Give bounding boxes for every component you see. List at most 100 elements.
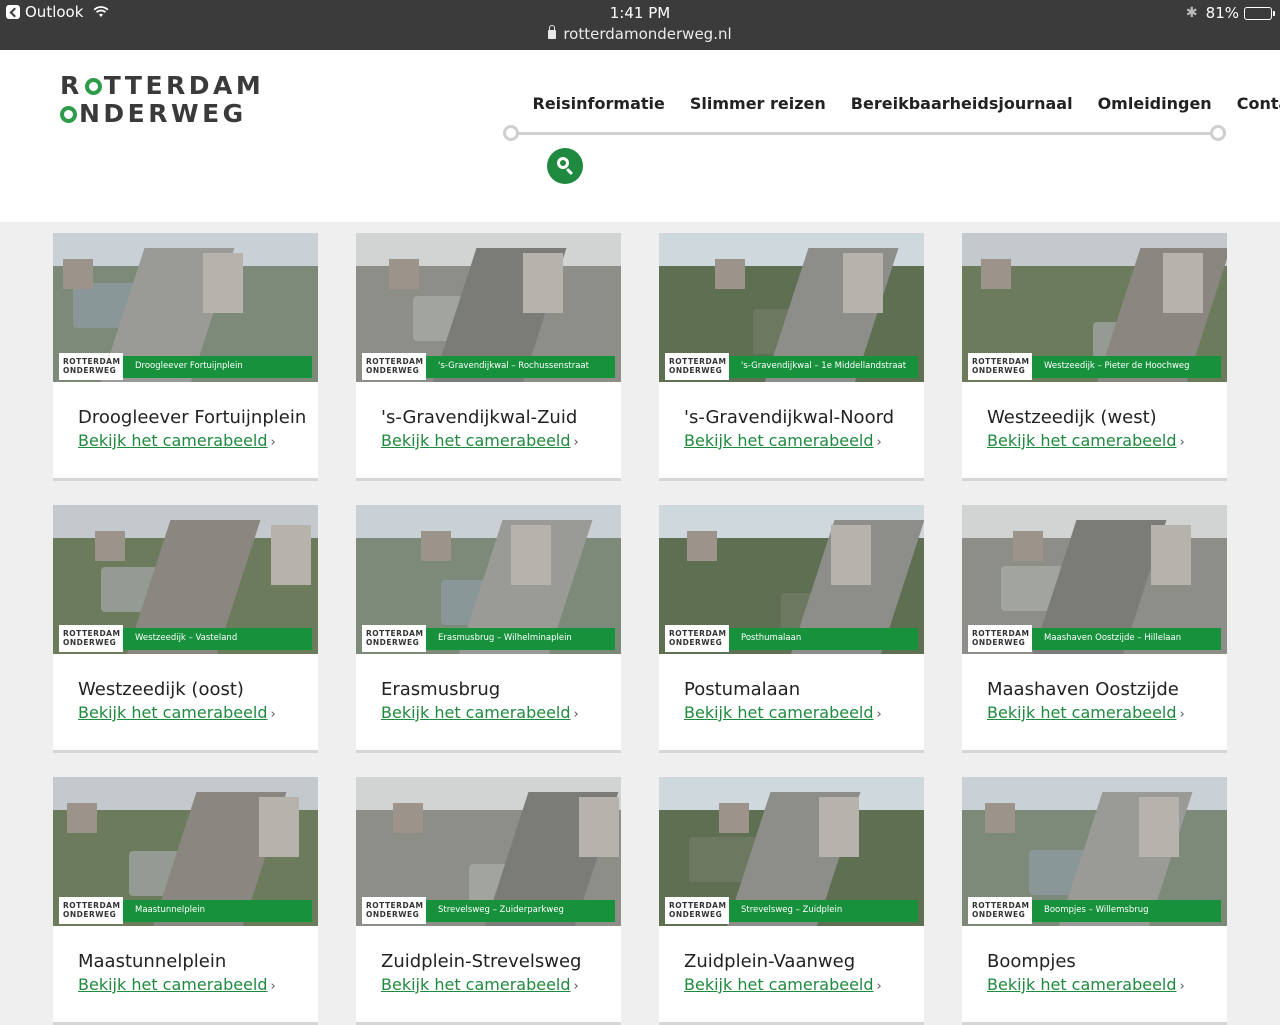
camera-link-text: Bekijk het camerabeeld: [987, 703, 1177, 722]
clock: 1:41 PM: [609, 4, 671, 22]
caption-logo-text-1: ROTTERDAM: [669, 357, 727, 366]
camera-caption: Maastunnelplein: [135, 905, 206, 915]
camera-title: Boompjes: [987, 951, 1076, 972]
caption-logo-text-2: ONDERWEG: [669, 366, 723, 375]
battery-percent: 81%: [1205, 4, 1239, 22]
camera-link-text: Bekijk het camerabeeld: [381, 431, 571, 450]
caption-logo-text-1: ROTTERDAM: [366, 357, 424, 366]
camera-link[interactable]: Bekijk het camerabeeld ›: [381, 431, 579, 450]
camera-image[interactable]: ROTTERDAM ONDERWEG Strevelsweg – Zuidplein: [659, 777, 924, 926]
camera-card[interactable]: ROTTERDAM ONDERWEG 's-Gravendijkwal – 1e M…: [659, 233, 924, 481]
camera-caption-bar: ROTTERDAM ONDERWEG Boompjes – Willemsbrug: [968, 897, 1221, 924]
camera-link-text: Bekijk het camerabeeld: [381, 703, 571, 722]
camera-card[interactable]: ROTTERDAM ONDERWEG Maastunnelplein Maastunn…: [53, 777, 318, 1025]
image-shape: [389, 259, 419, 289]
camera-link[interactable]: Bekijk het camerabeeld ›: [78, 431, 276, 450]
camera-image[interactable]: ROTTERDAM ONDERWEG Maashaven Oostzijde – H…: [962, 505, 1227, 654]
caption-logo-text-2: ONDERWEG: [972, 910, 1026, 919]
caption-logo-text-2: ONDERWEG: [366, 366, 420, 375]
image-shape: [1151, 525, 1191, 585]
lock-icon: [548, 25, 557, 39]
camera-link[interactable]: Bekijk het camerabeeld ›: [381, 703, 579, 722]
image-shape: [511, 525, 551, 585]
nav-bereikbaarheidsjournaal[interactable]: Bereikbaarheidsjournaal: [851, 94, 1073, 113]
camera-link[interactable]: Bekijk het camerabeeld ›: [987, 431, 1185, 450]
camera-link-text: Bekijk het camerabeeld: [987, 431, 1177, 450]
image-shape: [523, 253, 563, 313]
camera-image[interactable]: ROTTERDAM ONDERWEG Maastunnelplein: [53, 777, 318, 926]
camera-card[interactable]: ROTTERDAM ONDERWEG 's-Gravendijkwal – Roch…: [356, 233, 621, 481]
chevron-right-icon: ›: [573, 707, 579, 722]
logo-text-2: NDERWEG: [79, 99, 247, 128]
nav-contact[interactable]: Contact: [1237, 94, 1280, 113]
image-shape: [95, 531, 125, 561]
site-logo[interactable]: R TTERDAM NDERWEG: [60, 72, 264, 128]
nav-omleidingen[interactable]: Omleidingen: [1098, 94, 1212, 113]
caption-logo: ROTTERDAM ONDERWEG: [362, 625, 426, 652]
search-button[interactable]: [547, 148, 583, 184]
camera-link[interactable]: Bekijk het camerabeeld ›: [684, 975, 882, 994]
camera-image[interactable]: ROTTERDAM ONDERWEG Boompjes – Willemsbrug: [962, 777, 1227, 926]
main-nav: Reisinformatie Slimmer reizen Bereikbaar…: [520, 94, 1280, 113]
camera-image[interactable]: ROTTERDAM ONDERWEG Strevelsweg – Zuiderpar…: [356, 777, 621, 926]
camera-card[interactable]: ROTTERDAM ONDERWEG Droogleever Fortuijnple…: [53, 233, 318, 481]
caption-logo-text-1: ROTTERDAM: [366, 629, 424, 638]
camera-card[interactable]: ROTTERDAM ONDERWEG Westzeedijk – Vasteland…: [53, 505, 318, 753]
address-bar[interactable]: rotterdamonderweg.nl: [0, 25, 1280, 43]
camera-link-text: Bekijk het camerabeeld: [684, 703, 874, 722]
camera-image[interactable]: ROTTERDAM ONDERWEG Erasmusbrug – Wilhelmin…: [356, 505, 621, 654]
image-shape: [843, 253, 883, 313]
camera-image[interactable]: ROTTERDAM ONDERWEG Westzeedijk – Pieter de…: [962, 233, 1227, 382]
camera-caption: Erasmusbrug – Wilhelminaplein: [438, 633, 572, 643]
chevron-right-icon: ›: [270, 435, 276, 450]
caption-logo: ROTTERDAM ONDERWEG: [968, 353, 1032, 380]
camera-card[interactable]: ROTTERDAM ONDERWEG Strevelsweg – Zuiderpar…: [356, 777, 621, 1025]
camera-caption: 's-Gravendijkwal – Rochussenstraat: [438, 361, 589, 371]
nav-reisinformatie[interactable]: Reisinformatie: [533, 94, 665, 113]
camera-title: Zuidplein-Strevelsweg: [381, 951, 582, 972]
camera-caption-bar: ROTTERDAM ONDERWEG Strevelsweg – Zuidplein: [665, 897, 918, 924]
camera-card[interactable]: ROTTERDAM ONDERWEG Westzeedijk – Pieter de…: [962, 233, 1227, 481]
caption-logo-text-1: ROTTERDAM: [669, 901, 727, 910]
image-shape: [271, 525, 311, 585]
logo-ring-icon: [84, 77, 102, 95]
camera-image[interactable]: ROTTERDAM ONDERWEG Droogleever Fortuijnple…: [53, 233, 318, 382]
image-shape: [393, 803, 423, 833]
chevron-right-icon: ›: [876, 435, 882, 450]
camera-card[interactable]: ROTTERDAM ONDERWEG Erasmusbrug – Wilhelmin…: [356, 505, 621, 753]
logo-letter-r: R: [60, 71, 83, 100]
chevron-right-icon: ›: [573, 979, 579, 994]
camera-link-text: Bekijk het camerabeeld: [684, 975, 874, 994]
camera-link[interactable]: Bekijk het camerabeeld ›: [684, 703, 882, 722]
camera-title: 's-Gravendijkwal-Zuid: [381, 407, 578, 428]
caption-logo-text-2: ONDERWEG: [366, 638, 420, 647]
chevron-right-icon: ›: [1179, 435, 1185, 450]
camera-image[interactable]: ROTTERDAM ONDERWEG Posthumalaan: [659, 505, 924, 654]
camera-link[interactable]: Bekijk het camerabeeld ›: [684, 431, 882, 450]
camera-image[interactable]: ROTTERDAM ONDERWEG 's-Gravendijkwal – Roch…: [356, 233, 621, 382]
camera-link[interactable]: Bekijk het camerabeeld ›: [78, 703, 276, 722]
image-shape: [715, 259, 745, 289]
image-shape: [579, 797, 619, 857]
camera-image[interactable]: ROTTERDAM ONDERWEG Westzeedijk – Vasteland: [53, 505, 318, 654]
camera-caption-bar: ROTTERDAM ONDERWEG Droogleever Fortuijnple…: [59, 353, 312, 380]
camera-link[interactable]: Bekijk het camerabeeld ›: [78, 975, 276, 994]
camera-card[interactable]: ROTTERDAM ONDERWEG Strevelsweg – Zuidplein…: [659, 777, 924, 1025]
camera-image[interactable]: ROTTERDAM ONDERWEG 's-Gravendijkwal – 1e M…: [659, 233, 924, 382]
caption-logo: ROTTERDAM ONDERWEG: [968, 897, 1032, 924]
caption-logo: ROTTERDAM ONDERWEG: [665, 353, 729, 380]
image-shape: [259, 797, 299, 857]
camera-link[interactable]: Bekijk het camerabeeld ›: [987, 975, 1185, 994]
nav-track-line: [504, 132, 1226, 135]
nav-slimmer-reizen[interactable]: Slimmer reizen: [690, 94, 826, 113]
camera-link[interactable]: Bekijk het camerabeeld ›: [987, 703, 1185, 722]
camera-title: Zuidplein-Vaanweg: [684, 951, 856, 972]
camera-title: Postumalaan: [684, 679, 801, 700]
camera-link[interactable]: Bekijk het camerabeeld ›: [381, 975, 579, 994]
camera-card[interactable]: ROTTERDAM ONDERWEG Posthumalaan Postumalaan…: [659, 505, 924, 753]
camera-card[interactable]: ROTTERDAM ONDERWEG Maashaven Oostzijde – H…: [962, 505, 1227, 753]
camera-card[interactable]: ROTTERDAM ONDERWEG Boompjes – Willemsbrug B…: [962, 777, 1227, 1025]
caption-logo-text-1: ROTTERDAM: [972, 901, 1030, 910]
image-shape: [203, 253, 243, 313]
camera-caption-bar: ROTTERDAM ONDERWEG Strevelsweg – Zuiderpar…: [362, 897, 615, 924]
